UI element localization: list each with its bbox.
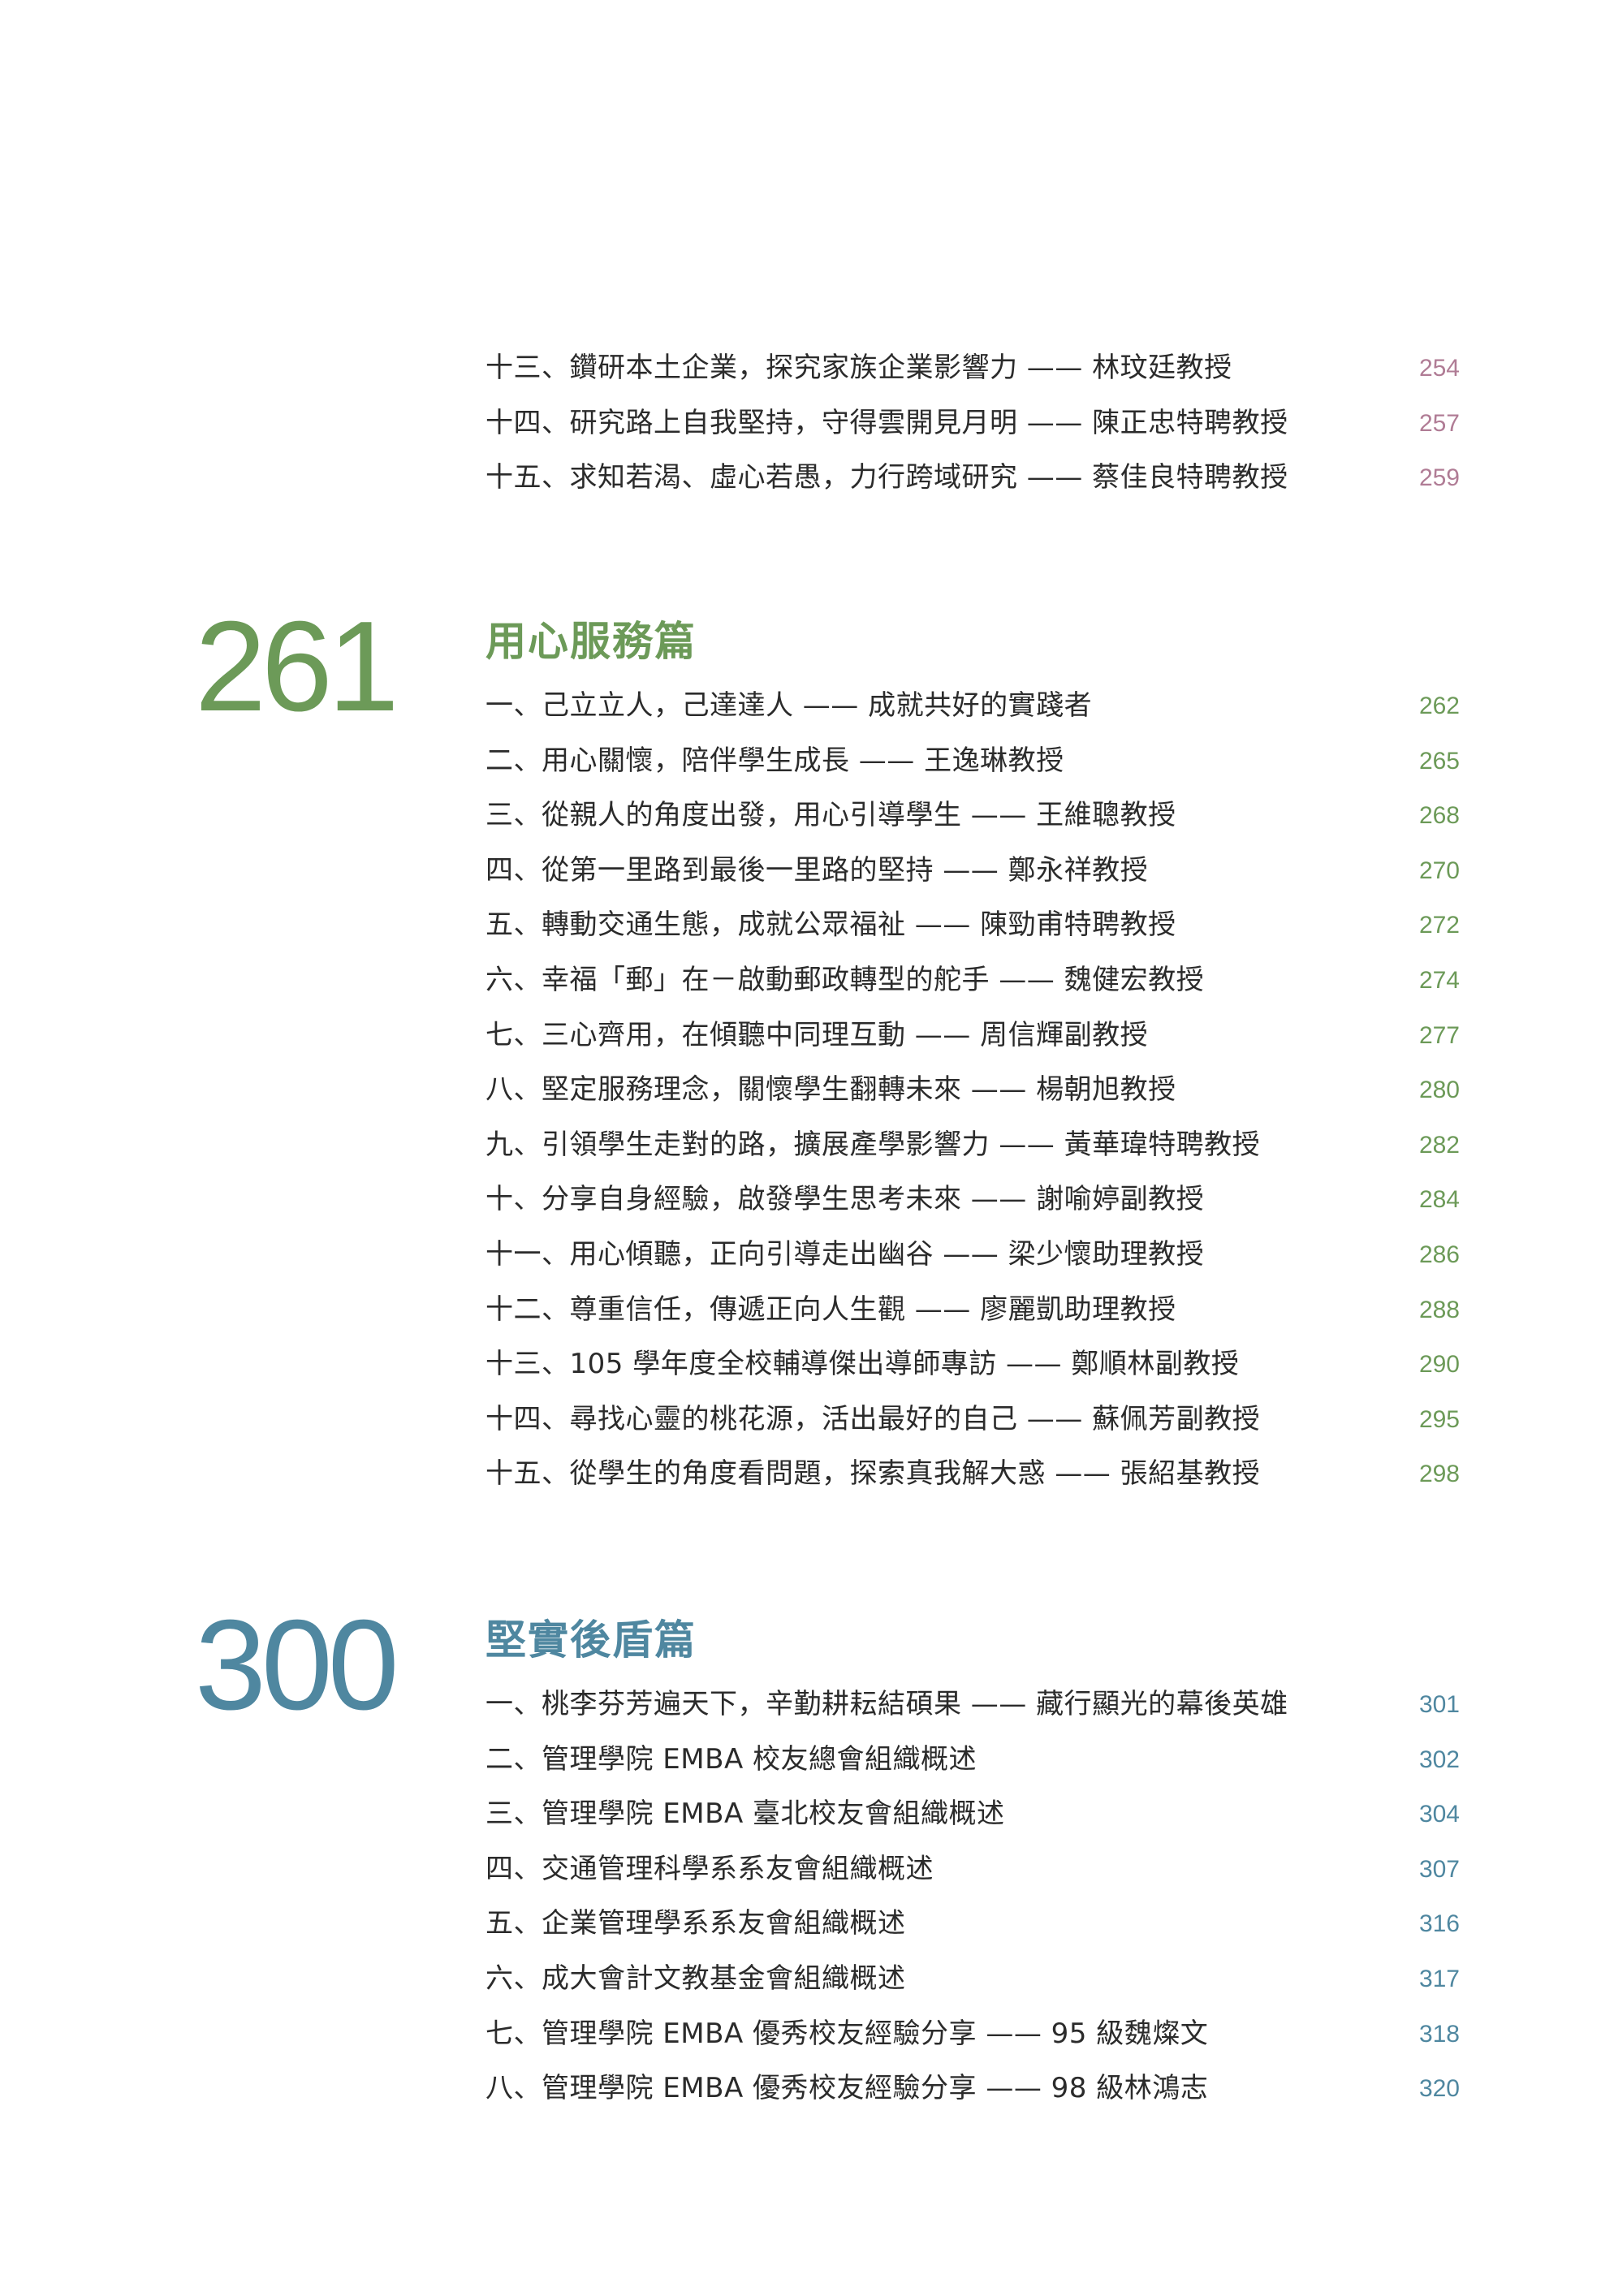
toc-entry[interactable]: 五、轉動交通生態，成就公眾福祉 —— 陳勁甫特聘教授 272 [485, 898, 1460, 953]
toc-entry-title: 五、企業管理學系系友會組織概述 [485, 1907, 906, 1940]
toc-entry-page: 262 [1418, 693, 1460, 719]
toc-entry-title: 三、從親人的角度出發，用心引導學生 —— 王維聰教授 [485, 799, 1176, 832]
toc-entry[interactable]: 四、從第一里路到最後一里路的堅持 —— 鄭永祥教授 270 [485, 844, 1460, 899]
toc-entry-title: 二、管理學院 EMBA 校友總會組織概述 [485, 1742, 977, 1776]
toc-entry[interactable]: 十一、用心傾聽，正向引導走出幽谷 —— 梁少懷助理教授 286 [485, 1228, 1460, 1283]
toc-entry-page: 286 [1418, 1241, 1460, 1268]
toc-entry-page: 257 [1418, 409, 1460, 437]
toc-entry-page: 282 [1418, 1131, 1460, 1159]
toc-entry[interactable]: 九、引領學生走對的路，擴展產學影響力 —— 黃華瑋特聘教授 282 [485, 1118, 1460, 1173]
toc-entry-title: 十五、從學生的角度看問題，探索真我解大惑 —— 張紹基教授 [485, 1457, 1261, 1491]
toc-entry-page: 268 [1418, 802, 1460, 830]
toc-entry-title: 七、管理學院 EMBA 優秀校友經驗分享 —— 95 級魏燦文 [485, 2017, 1209, 2050]
toc-entry[interactable]: 八、堅定服務理念，關懷學生翻轉未來 —— 楊朝旭教授 280 [485, 1063, 1460, 1118]
toc-entry-page: 304 [1418, 1801, 1460, 1828]
toc-entry-list: 十三、鑽研本土企業，探究家族企業影響力 —— 林玟廷教授 254 十四、研究路上… [485, 341, 1460, 506]
toc-entry[interactable]: 二、管理學院 EMBA 校友總會組織概述 302 [485, 1733, 1460, 1788]
toc-entry-list: 一、己立立人，己達達人 —— 成就共好的實踐者 262 二、用心關懷，陪伴學生成… [485, 679, 1460, 1502]
toc-entry-page: 280 [1418, 1077, 1460, 1104]
toc-entry[interactable]: 五、企業管理學系系友會組織概述 316 [485, 1897, 1460, 1952]
toc-entry-page: 290 [1418, 1351, 1460, 1379]
toc-entry[interactable]: 一、桃李芬芳遍天下，辛勤耕耘結碩果 —— 藏行顯光的幕後英雄 301 [485, 1677, 1460, 1733]
toc-entry-title: 十一、用心傾聽，正向引導走出幽谷 —— 梁少懷助理教授 [485, 1237, 1205, 1271]
toc-entry-page: 270 [1418, 857, 1460, 884]
toc-entry[interactable]: 十三、鑽研本土企業，探究家族企業影響力 —— 林玟廷教授 254 [485, 341, 1460, 396]
toc-entry[interactable]: 一、己立立人，己達達人 —— 成就共好的實踐者 262 [485, 679, 1460, 734]
toc-entry-title: 七、三心齊用，在傾聽中同理互動 —— 周信輝副教授 [485, 1018, 1149, 1051]
toc-entry[interactable]: 四、交通管理科學系系友會組織概述 307 [485, 1842, 1460, 1897]
toc-entry-page: 317 [1418, 1965, 1460, 1992]
toc-entry-title: 十四、研究路上自我堅持，守得雲開見月明 —— 陳正忠特聘教授 [485, 406, 1288, 439]
toc-page: { "research": { "entries": [ {"title": "… [0, 0, 1614, 2296]
toc-entry-page: 301 [1418, 1691, 1460, 1718]
toc-entry-page: 288 [1418, 1296, 1460, 1323]
toc-entry[interactable]: 十三、105 學年度全校輔導傑出導師專訪 —— 鄭順林副教授 290 [485, 1337, 1460, 1392]
toc-entry-page: 274 [1418, 966, 1460, 994]
toc-entry-title: 十二、尊重信任，傳遞正向人生觀 —— 廖麗凱助理教授 [485, 1293, 1176, 1326]
toc-entry[interactable]: 六、成大會計文教基金會組織概述 317 [485, 1952, 1460, 2007]
toc-entry[interactable]: 十四、研究路上自我堅持，守得雲開見月明 —— 陳正忠特聘教授 257 [485, 396, 1460, 451]
toc-entry[interactable]: 六、幸福「郵」在－啟動郵政轉型的舵手 —— 魏健宏教授 274 [485, 953, 1460, 1008]
toc-entry-title: 十三、105 學年度全校輔導傑出導師專訪 —— 鄭順林副教授 [485, 1348, 1240, 1381]
toc-entry[interactable]: 十四、尋找心靈的桃花源，活出最好的自己 —— 蘇佩芳副教授 295 [485, 1392, 1460, 1448]
section-start-page-number: 300 [195, 1594, 399, 1737]
toc-entry[interactable]: 七、三心齊用，在傾聽中同理互動 —— 周信輝副教授 277 [485, 1008, 1460, 1064]
toc-entry[interactable]: 三、從親人的角度出發，用心引導學生 —— 王維聰教授 268 [485, 788, 1460, 844]
toc-entry-title: 六、幸福「郵」在－啟動郵政轉型的舵手 —— 魏健宏教授 [485, 963, 1205, 996]
toc-entry-title: 五、轉動交通生態，成就公眾福祉 —— 陳勁甫特聘教授 [485, 908, 1176, 942]
toc-entry-title: 四、交通管理科學系系友會組織概述 [485, 1852, 934, 1885]
toc-entry-title: 一、己立立人，己達達人 —— 成就共好的實踐者 [485, 689, 1093, 722]
toc-entry-title: 十四、尋找心靈的桃花源，活出最好的自己 —— 蘇佩芳副教授 [485, 1402, 1261, 1435]
toc-entry-title: 八、堅定服務理念，關懷學生翻轉未來 —— 楊朝旭教授 [485, 1073, 1176, 1107]
toc-entry-title: 九、引領學生走對的路，擴展產學影響力 —— 黃華瑋特聘教授 [485, 1128, 1261, 1161]
section-title: 用心服務篇 [485, 618, 697, 665]
toc-entry-page: 307 [1418, 1855, 1460, 1883]
toc-entry-title: 十、分享自身經驗，啟發學生思考未來 —— 謝喻婷副教授 [485, 1183, 1205, 1216]
toc-entry-title: 四、從第一里路到最後一里路的堅持 —— 鄭永祥教授 [485, 853, 1149, 887]
section-title: 堅實後盾篇 [485, 1616, 697, 1664]
toc-entry[interactable]: 十、分享自身經驗，啟發學生思考未來 —— 謝喻婷副教授 284 [485, 1172, 1460, 1228]
toc-entry-page: 284 [1418, 1186, 1460, 1214]
toc-entry-page: 302 [1418, 1746, 1460, 1773]
toc-entry[interactable]: 十二、尊重信任，傳遞正向人生觀 —— 廖麗凱助理教授 288 [485, 1283, 1460, 1338]
toc-entry[interactable]: 二、用心關懷，陪伴學生成長 —— 王逸琳教授 265 [485, 734, 1460, 789]
toc-entry-title: 十五、求知若渴、虛心若愚，力行跨域研究 —— 蔡佳良特聘教授 [485, 461, 1288, 494]
toc-entry-title: 二、用心關懷，陪伴學生成長 —— 王逸琳教授 [485, 744, 1064, 777]
toc-entry-title: 十三、鑽研本土企業，探究家族企業影響力 —— 林玟廷教授 [485, 352, 1232, 384]
toc-entry-title: 三、管理學院 EMBA 臺北校友會組織概述 [485, 1798, 1005, 1831]
toc-entry-page: 277 [1418, 1021, 1460, 1049]
toc-entry-page: 259 [1418, 464, 1460, 492]
toc-entry-page: 298 [1418, 1461, 1460, 1488]
toc-entry-page: 320 [1418, 2075, 1460, 2103]
toc-entry-page: 295 [1418, 1405, 1460, 1433]
toc-entry[interactable]: 十五、從學生的角度看問題，探索真我解大惑 —— 張紹基教授 298 [485, 1447, 1460, 1502]
toc-entry-title: 八、管理學院 EMBA 優秀校友經驗分享 —— 98 級林鴻志 [485, 2072, 1209, 2105]
toc-entry-page: 254 [1418, 355, 1460, 382]
toc-entry[interactable]: 七、管理學院 EMBA 優秀校友經驗分享 —— 95 級魏燦文 318 [485, 2007, 1460, 2062]
toc-entry-page: 265 [1418, 747, 1460, 775]
toc-entry[interactable]: 十五、求知若渴、虛心若愚，力行跨域研究 —— 蔡佳良特聘教授 259 [485, 451, 1460, 506]
toc-entry[interactable]: 三、管理學院 EMBA 臺北校友會組織概述 304 [485, 1787, 1460, 1842]
toc-entry-title: 一、桃李芬芳遍天下，辛勤耕耘結碩果 —— 藏行顯光的幕後英雄 [485, 1688, 1288, 1720]
toc-entry-page: 272 [1418, 912, 1460, 939]
toc-entry-title: 六、成大會計文教基金會組織概述 [485, 1962, 906, 1995]
toc-entry-list: 一、桃李芬芳遍天下，辛勤耕耘結碩果 —— 藏行顯光的幕後英雄 301 二、管理學… [485, 1677, 1460, 2117]
toc-entry-page: 316 [1418, 1910, 1460, 1938]
toc-entry-page: 318 [1418, 2020, 1460, 2048]
section-start-page-number: 261 [195, 595, 399, 738]
toc-entry[interactable]: 八、管理學院 EMBA 優秀校友經驗分享 —— 98 級林鴻志 320 [485, 2061, 1460, 2117]
